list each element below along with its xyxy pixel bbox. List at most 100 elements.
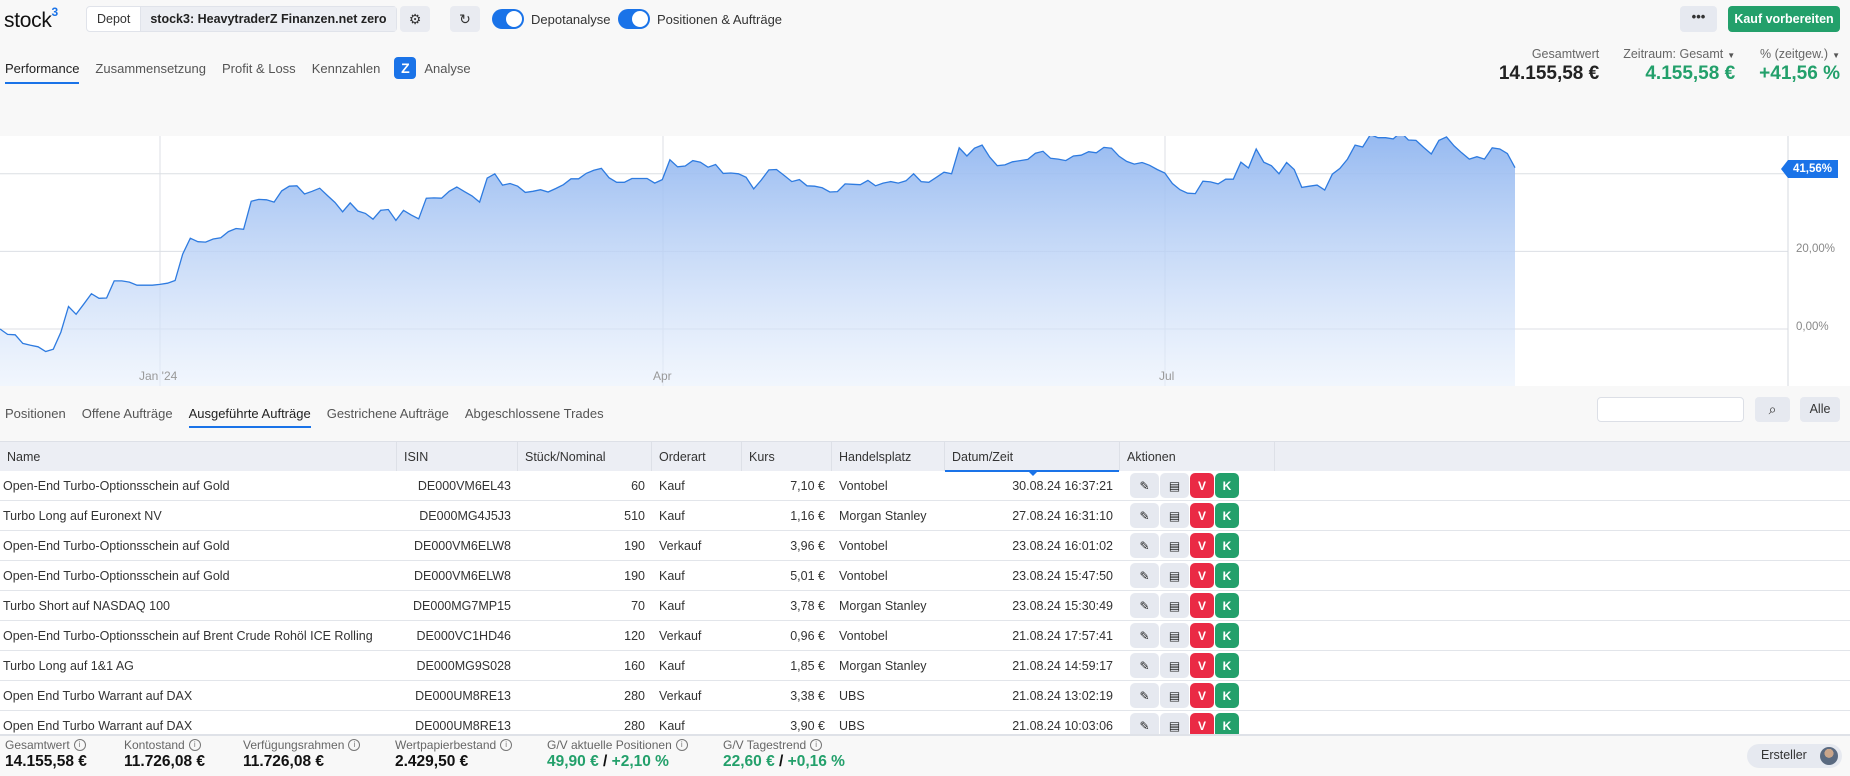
ersteller-button[interactable]: Ersteller xyxy=(1747,744,1842,768)
tab-analyse[interactable]: Analyse xyxy=(424,53,470,84)
table-row[interactable]: Open End Turbo Warrant auf DAX DE000UM8RE… xyxy=(0,681,1850,711)
sell-button[interactable]: V xyxy=(1190,533,1214,558)
alle-filter-button[interactable]: Alle xyxy=(1800,397,1840,422)
zeitraum-label[interactable]: Zeitraum: Gesamt xyxy=(1623,47,1723,61)
tab-offene-auftraege[interactable]: Offene Aufträge xyxy=(82,400,173,428)
edit-pencil-icon[interactable]: ✎ xyxy=(1130,563,1159,588)
table-row[interactable]: Turbo Long auf Euronext NV DE000MG4J5J3 51… xyxy=(0,501,1850,531)
stat-value-abs: 22,60 € xyxy=(723,753,775,770)
table-row[interactable]: Turbo Long auf 1&1 AG DE000MG9S028 160 Kauf… xyxy=(0,651,1850,681)
col-header-datum-zeit[interactable]: Datum/Zeit xyxy=(945,442,1120,476)
stock3-logo[interactable]: stock3 xyxy=(4,5,58,33)
col-header-stueck[interactable]: Stück/Nominal xyxy=(518,442,652,471)
edit-pencil-icon[interactable]: ✎ xyxy=(1130,473,1159,498)
settings-button[interactable]: ⚙ xyxy=(400,6,430,32)
table-row[interactable]: Open-End Turbo-Optionsschein auf Gold DE0… xyxy=(0,471,1850,501)
info-icon[interactable]: i xyxy=(810,739,823,751)
sell-button[interactable]: V xyxy=(1190,713,1214,734)
edit-pencil-icon[interactable]: ✎ xyxy=(1130,713,1159,734)
caret-down-icon[interactable]: ▼ xyxy=(1832,51,1840,60)
sell-button[interactable]: V xyxy=(1190,593,1214,618)
row-actions: ✎ ▤ V K xyxy=(1120,473,1275,498)
row-kurs: 5,01 € xyxy=(790,568,825,583)
sell-button[interactable]: V xyxy=(1190,503,1214,528)
tab-kennzahlen[interactable]: Kennzahlen xyxy=(312,53,381,84)
col-header-handelsplatz[interactable]: Handelsplatz xyxy=(832,442,945,471)
table-row[interactable]: Turbo Short auf NASDAQ 100 DE000MG7MP15 70… xyxy=(0,591,1850,621)
edit-pencil-icon[interactable]: ✎ xyxy=(1130,503,1159,528)
info-icon[interactable]: i xyxy=(73,739,86,751)
sell-button[interactable]: V xyxy=(1190,623,1214,648)
tab-gestrichene-auftraege[interactable]: Gestrichene Aufträge xyxy=(327,400,449,428)
refresh-button[interactable]: ↻ xyxy=(450,6,480,32)
edit-pencil-icon[interactable]: ✎ xyxy=(1130,593,1159,618)
buy-button[interactable]: K xyxy=(1215,653,1239,678)
summary-zeitraum[interactable]: Zeitraum: Gesamt ▼ 4.155,58 € xyxy=(1623,47,1735,85)
table-row[interactable]: Open-End Turbo-Optionsschein auf Gold DE0… xyxy=(0,531,1850,561)
performance-chart[interactable]: 0,00% 20,00% Jan '24 Apr Jul 41,56% xyxy=(0,136,1850,386)
tab-abgeschlossene-trades[interactable]: Abgeschlossene Trades xyxy=(465,400,604,428)
depot-value[interactable]: stock3: HeavytraderZ Finanzen.net zero xyxy=(140,7,396,31)
buy-button[interactable]: K xyxy=(1215,713,1239,734)
buy-button[interactable]: K xyxy=(1215,503,1239,528)
table-row[interactable]: Open-End Turbo-Optionsschein auf Gold DE0… xyxy=(0,561,1850,591)
more-options-button[interactable]: ••• xyxy=(1680,6,1717,32)
stat-label: Gesamtwert xyxy=(5,738,70,752)
depotanalyse-toggle[interactable] xyxy=(492,9,524,29)
sell-button[interactable]: V xyxy=(1190,563,1214,588)
info-icon[interactable]: i xyxy=(348,739,361,751)
row-orderart: Kauf xyxy=(659,568,685,583)
depot-selector[interactable]: Depot stock3: HeavytraderZ Finanzen.net … xyxy=(86,6,397,32)
row-name: Turbo Long auf 1&1 AG xyxy=(3,658,134,673)
row-isin: DE000MG4J5J3 xyxy=(419,508,511,523)
tab-positionen[interactable]: Positionen xyxy=(5,400,66,428)
receipt-icon[interactable]: ▤ xyxy=(1160,623,1189,648)
sell-button[interactable]: V xyxy=(1190,683,1214,708)
buy-button[interactable]: K xyxy=(1215,593,1239,618)
buy-button[interactable]: K xyxy=(1215,533,1239,558)
col-header-kurs[interactable]: Kurs xyxy=(742,442,832,471)
row-qty: 280 xyxy=(624,688,645,703)
summary-percent[interactable]: % (zeitgew.) ▼ +41,56 % xyxy=(1759,47,1840,85)
tab-zusammensetzung[interactable]: Zusammensetzung xyxy=(95,53,206,84)
sell-button[interactable]: V xyxy=(1190,473,1214,498)
tab-performance[interactable]: Performance xyxy=(5,53,80,84)
info-icon[interactable]: i xyxy=(675,739,688,751)
receipt-icon[interactable]: ▤ xyxy=(1160,713,1189,734)
search-input[interactable] xyxy=(1597,397,1744,422)
buy-button[interactable]: K xyxy=(1215,683,1239,708)
table-row[interactable]: Open-End Turbo-Optionsschein auf Brent C… xyxy=(0,621,1850,651)
sell-button[interactable]: V xyxy=(1190,653,1214,678)
col-header-isin[interactable]: ISIN xyxy=(397,442,518,471)
edit-pencil-icon[interactable]: ✎ xyxy=(1130,623,1159,648)
positionen-toggle[interactable] xyxy=(618,9,650,29)
col-header-name[interactable]: Name xyxy=(0,442,397,471)
buy-button[interactable]: K xyxy=(1215,473,1239,498)
info-icon[interactable]: i xyxy=(188,739,201,751)
receipt-icon[interactable]: ▤ xyxy=(1160,653,1189,678)
table-row[interactable]: Open End Turbo Warrant auf DAX DE000UM8RE… xyxy=(0,711,1850,734)
col-header-orderart[interactable]: Orderart xyxy=(652,442,742,471)
row-actions: ✎ ▤ V K xyxy=(1120,623,1275,648)
search-button[interactable]: ⌕ xyxy=(1755,397,1790,422)
edit-pencil-icon[interactable]: ✎ xyxy=(1130,533,1159,558)
receipt-icon[interactable]: ▤ xyxy=(1160,533,1189,558)
receipt-icon[interactable]: ▤ xyxy=(1160,503,1189,528)
depot-label: Depot xyxy=(97,12,131,26)
tab-ausgefuehrte-auftraege[interactable]: Ausgeführte Aufträge xyxy=(188,400,311,428)
receipt-icon[interactable]: ▤ xyxy=(1160,563,1189,588)
edit-pencil-icon[interactable]: ✎ xyxy=(1130,683,1159,708)
buy-button[interactable]: K xyxy=(1215,563,1239,588)
info-icon[interactable]: i xyxy=(500,739,513,751)
caret-down-icon[interactable]: ▼ xyxy=(1727,51,1735,60)
receipt-icon[interactable]: ▤ xyxy=(1160,473,1189,498)
percent-mode-label[interactable]: % (zeitgew.) xyxy=(1760,47,1828,61)
tab-profit-loss[interactable]: Profit & Loss xyxy=(222,53,296,84)
analyse-z-icon[interactable]: Z xyxy=(394,57,417,79)
receipt-icon[interactable]: ▤ xyxy=(1160,593,1189,618)
row-handelsplatz: UBS xyxy=(839,688,865,703)
buy-button[interactable]: K xyxy=(1215,623,1239,648)
receipt-icon[interactable]: ▤ xyxy=(1160,683,1189,708)
kauf-vorbereiten-button[interactable]: Kauf vorbereiten xyxy=(1728,6,1840,32)
edit-pencil-icon[interactable]: ✎ xyxy=(1130,653,1159,678)
